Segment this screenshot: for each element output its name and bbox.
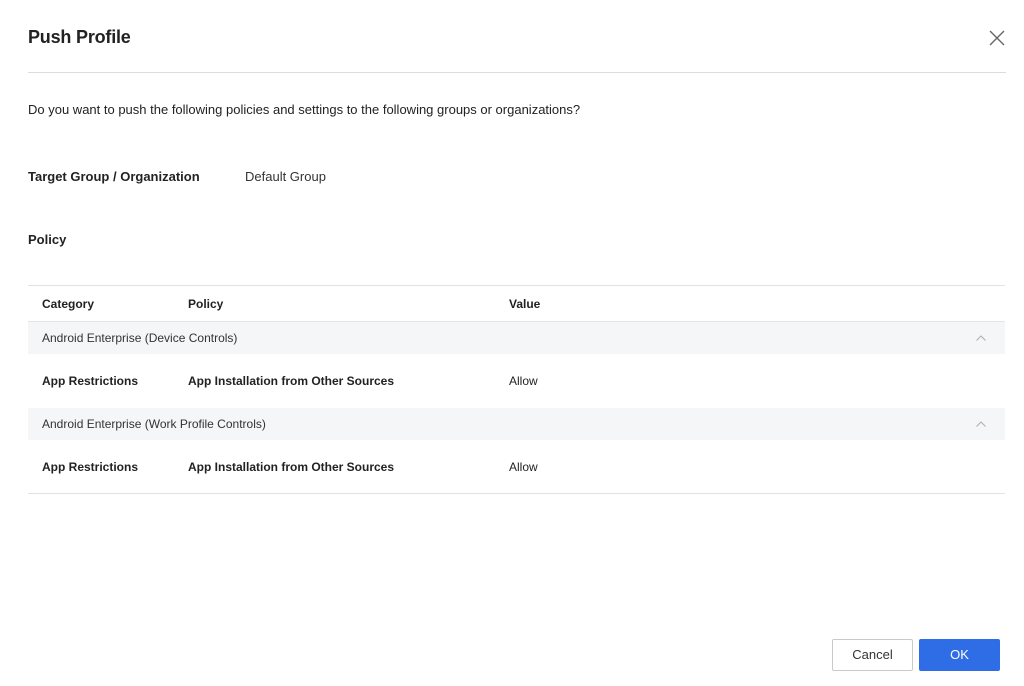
target-group-value: Default Group [245,169,326,184]
chevron-up-icon[interactable] [975,420,987,428]
group-name: Android Enterprise (Device Controls) [42,331,238,345]
row-policy: App Installation from Other Sources [188,374,395,388]
push-question-text: Do you want to push the following polici… [28,102,581,117]
chevron-up-icon[interactable] [975,334,987,342]
policy-heading: Policy [28,232,67,247]
group-row-device-controls[interactable]: Android Enterprise (Device Controls) [28,322,1005,354]
row-value: Allow [509,460,538,474]
group-row-work-profile-controls[interactable]: Android Enterprise (Work Profile Control… [28,408,1005,440]
group-name: Android Enterprise (Work Profile Control… [42,417,266,431]
row-category: App Restrictions [42,460,139,474]
push-profile-dialog: Push Profile Do you want to push the fol… [0,0,1024,686]
column-header-policy: Policy [188,297,224,311]
ok-button[interactable]: OK [919,639,1000,671]
target-group-label: Target Group / Organization [28,169,200,184]
policy-table: Category Policy Value Android Enterprise… [28,285,1005,494]
table-row: App Restrictions App Installation from O… [28,354,1005,408]
table-row: App Restrictions App Installation from O… [28,440,1005,494]
close-icon [989,30,1005,46]
dialog-header: Push Profile [28,0,1006,73]
row-value: Allow [509,374,538,388]
dialog-title: Push Profile [28,27,131,47]
row-category: App Restrictions [42,374,139,388]
column-header-category: Category [42,297,95,311]
column-header-value: Value [509,297,541,311]
row-policy: App Installation from Other Sources [188,460,395,474]
close-button[interactable] [988,29,1006,47]
cancel-button[interactable]: Cancel [832,639,913,671]
table-header: Category Policy Value [28,286,1005,322]
